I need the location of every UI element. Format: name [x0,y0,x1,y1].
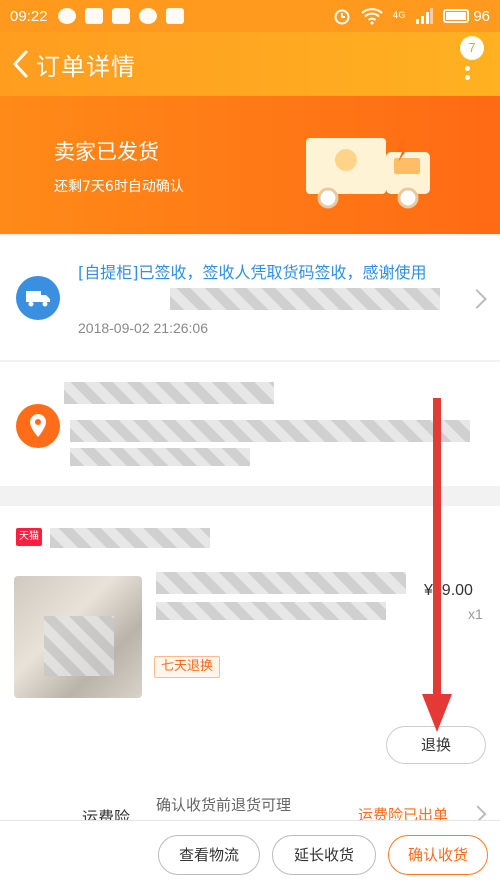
redacted-address-line-2 [70,448,250,466]
redacted-store-name [50,528,210,548]
tmall-store-badge: 天猫 [16,528,42,546]
upload-notification-icon [84,8,103,24]
redacted-recipient [64,382,274,404]
seven-day-return-tag: 七天退换 [154,656,221,678]
product-thumbnail[interactable] [14,576,142,698]
extend-receipt-button[interactable]: 延长收货 [272,835,376,875]
blurred-image-region [44,616,114,676]
back-button[interactable] [4,32,36,96]
signal-icon [416,8,434,24]
redacted-text [170,288,440,310]
insurance-description: 确认收货前退货可理 [156,796,292,814]
status-bar: 09:22 4G 96 [0,0,500,32]
truck-icon [16,276,60,320]
battery-indicator: 96 [443,8,490,25]
location-pin-icon [16,404,60,448]
app-notification-icon [165,8,184,24]
message-notification-icon [138,8,157,24]
shipping-status-title: 卖家已发货 [54,140,159,164]
confirm-receipt-button[interactable]: 确认收货 [388,835,488,875]
delivery-truck-icon [306,138,430,209]
bottom-action-bar: 查看物流 延长收货 确认收货 [0,820,500,889]
product-quantity: x1 [468,606,483,622]
status-time: 09:22 [10,7,48,25]
battery-icon [443,9,470,23]
chat-notification-icon [57,8,76,24]
shipping-status-banner: 卖家已发货 还剩7天6时自动确认 [0,96,500,234]
page-title: 订单详情 [36,52,136,81]
notification-badge: 7 [460,36,484,60]
auto-confirm-countdown: 还剩7天6时自动确认 [54,179,184,195]
wifi-icon [360,8,383,25]
more-dots-icon [465,66,470,80]
redacted-product-spec [156,602,386,620]
logistics-message: [自提柜]已签收，签收人凭取货码签收，感谢使用 [78,263,427,282]
logistics-time: 2018-09-02 21:26:06 [78,320,208,336]
alarm-icon [334,9,350,25]
redacted-address-line-1 [70,420,470,442]
chevron-left-icon [13,50,28,78]
chevron-right-icon [467,289,487,309]
more-button[interactable]: 7 [454,36,484,92]
image-notification-icon [111,8,130,24]
nav-bar: 订单详情 7 [0,32,500,96]
logistics-card[interactable]: [自提柜]已签收，签收人凭取货码签收，感谢使用 2018-09-02 21:26… [0,236,500,360]
battery-level: 96 [473,7,490,25]
annotation-arrow [422,398,452,732]
view-logistics-button[interactable]: 查看物流 [158,835,260,875]
network-type: 4G [392,11,406,21]
redacted-product-title [156,572,406,594]
